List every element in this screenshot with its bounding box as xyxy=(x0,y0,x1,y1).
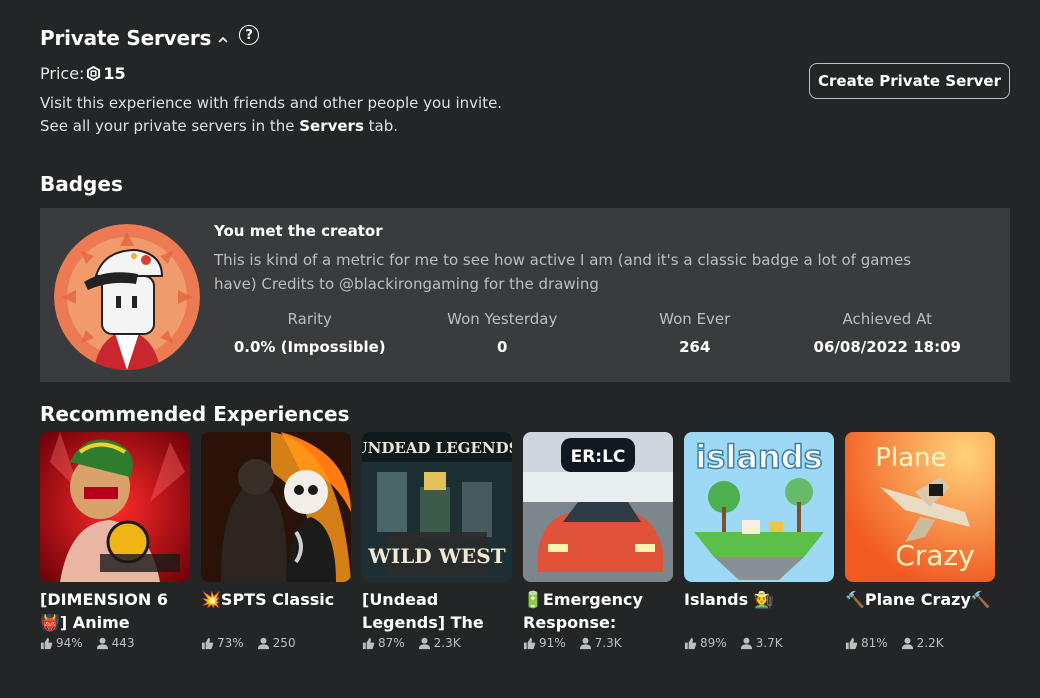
badge-description: This is kind of a metric for me to see h… xyxy=(214,251,912,293)
price-label: Price: xyxy=(40,64,85,83)
user-icon xyxy=(96,637,108,649)
help-icon[interactable]: ? xyxy=(239,25,260,45)
desc-line-2-post: tab. xyxy=(363,117,399,135)
thumbs-up-icon xyxy=(523,637,536,649)
stat-won-ever: Won Ever 264 xyxy=(599,310,791,356)
game-rating: 87% xyxy=(378,636,405,650)
stat-value: 0.0% (Impossible) xyxy=(233,338,386,356)
stat-won-yesterday: Won Yesterday 0 xyxy=(406,310,600,356)
thumb-subtitle-text: Crazy xyxy=(895,539,975,572)
thumbs-up-icon xyxy=(684,637,697,649)
user-icon xyxy=(579,637,591,649)
user-icon xyxy=(740,637,752,649)
game-stats: 89% 3.7K xyxy=(684,636,834,650)
game-card[interactable]: UNDEAD LEGENDS WILD WEST [Undead Legends… xyxy=(362,432,512,650)
game-rating: 94% xyxy=(56,636,83,650)
badge-stats: Rarity 0.0% (Impossible) Won Yesterday 0… xyxy=(214,310,984,356)
stat-label: Achieved At xyxy=(842,310,932,328)
game-card[interactable]: islands Islands 🧑‍🌾 89% 3.7K xyxy=(684,432,834,650)
game-rating: 81% xyxy=(861,636,888,650)
game-players: 2.3K xyxy=(433,636,461,650)
thumb-subtitle-text: WILD WEST xyxy=(367,544,505,568)
chevron-up-icon[interactable] xyxy=(217,34,229,46)
game-players: 443 xyxy=(111,636,135,650)
user-icon xyxy=(418,637,430,649)
game-rating: 89% xyxy=(700,636,727,650)
desc-line-2: See all your private servers in the Serv… xyxy=(40,115,502,138)
game-stats: 87% 2.3K xyxy=(362,636,512,650)
game-rating: 91% xyxy=(539,636,566,650)
game-details-page: Private Servers ? Price: 15 Visit this e… xyxy=(0,0,1040,698)
stat-label: Won Ever xyxy=(659,310,731,328)
thumb-logo-text: ER:LC xyxy=(571,447,626,467)
help-icon-glyph: ? xyxy=(245,27,253,43)
game-thumbnail[interactable]: ER:LC xyxy=(523,432,673,582)
private-servers-header: Private Servers ? xyxy=(40,25,260,50)
stat-value: 0 xyxy=(497,338,508,356)
game-rating: 73% xyxy=(217,636,244,650)
desc-line-1: Visit this experience with friends and o… xyxy=(40,94,503,112)
thumbs-up-icon xyxy=(201,637,214,649)
thumbs-up-icon xyxy=(40,637,53,649)
game-thumbnail[interactable]: UNDEAD LEGENDS WILD WEST xyxy=(362,432,512,582)
game-name[interactable]: Islands 🧑‍🌾 xyxy=(684,588,834,634)
stat-achieved-at: Achieved At 06/08/2022 18:09 xyxy=(791,310,985,356)
game-card[interactable]: ER:LC 🔋Emergency Response: 91% 7.3K xyxy=(523,432,673,650)
game-stats: 91% 7.3K xyxy=(523,636,673,650)
private-server-price: Price: 15 xyxy=(40,64,126,83)
thumb-logo-text: islands xyxy=(695,438,822,476)
game-thumbnail[interactable]: islands xyxy=(684,432,834,582)
game-stats: 81% 2.2K xyxy=(845,636,995,650)
game-name[interactable]: 🔨Plane Crazy🔨 xyxy=(845,588,995,634)
servers-tab-link[interactable]: Servers xyxy=(299,117,364,135)
game-players: 2.2K xyxy=(916,636,944,650)
badge-name[interactable]: You met the creator xyxy=(214,222,383,240)
thumbs-up-icon xyxy=(845,637,858,649)
game-card[interactable]: [DIMENSION 6 👹] Anime 94% 443 xyxy=(40,432,190,650)
game-card[interactable]: Plane Crazy 🔨Plane Crazy🔨 81% 2.2K xyxy=(845,432,995,650)
stat-value: 06/08/2022 18:09 xyxy=(813,338,961,356)
game-players: 3.7K xyxy=(755,636,783,650)
create-private-server-button[interactable]: Create Private Server xyxy=(809,63,1010,99)
game-name[interactable]: [Undead Legends] The xyxy=(362,588,512,634)
game-players: 7.3K xyxy=(594,636,622,650)
stat-rarity: Rarity 0.0% (Impossible) xyxy=(214,310,406,356)
badge-card[interactable]: You met the creator This is kind of a me… xyxy=(40,208,1010,382)
game-players: 250 xyxy=(272,636,296,650)
recommended-games-list: [DIMENSION 6 👹] Anime 94% 443 💥SPTS Clas… xyxy=(40,432,1006,650)
game-name[interactable]: 💥SPTS Classic xyxy=(201,588,351,634)
thumb-title-text: Plane xyxy=(875,443,946,473)
thumb-title-text: UNDEAD LEGENDS xyxy=(362,439,512,457)
game-stats: 73% 250 xyxy=(201,636,351,650)
game-thumbnail[interactable] xyxy=(201,432,351,582)
game-card[interactable]: 💥SPTS Classic 73% 250 xyxy=(201,432,351,650)
game-name[interactable]: 🔋Emergency Response: xyxy=(523,588,673,634)
user-icon xyxy=(901,637,913,649)
stat-label: Rarity xyxy=(287,310,332,328)
game-thumbnail[interactable] xyxy=(40,432,190,582)
robux-icon xyxy=(87,66,101,81)
desc-line-2-pre: See all your private servers in the xyxy=(40,117,300,135)
game-thumbnail[interactable]: Plane Crazy xyxy=(845,432,995,582)
price-value: 15 xyxy=(103,64,126,83)
badges-title: Badges xyxy=(40,172,123,196)
game-stats: 94% 443 xyxy=(40,636,190,650)
stat-label: Won Yesterday xyxy=(447,310,558,328)
recommended-title: Recommended Experiences xyxy=(40,402,350,426)
private-servers-title: Private Servers xyxy=(40,26,212,50)
user-icon xyxy=(257,637,269,649)
stat-value: 264 xyxy=(679,338,711,356)
game-name[interactable]: [DIMENSION 6 👹] Anime xyxy=(40,588,190,634)
private-server-description: Visit this experience with friends and o… xyxy=(40,92,502,138)
thumbs-up-icon xyxy=(362,637,375,649)
badge-image[interactable] xyxy=(54,224,200,370)
